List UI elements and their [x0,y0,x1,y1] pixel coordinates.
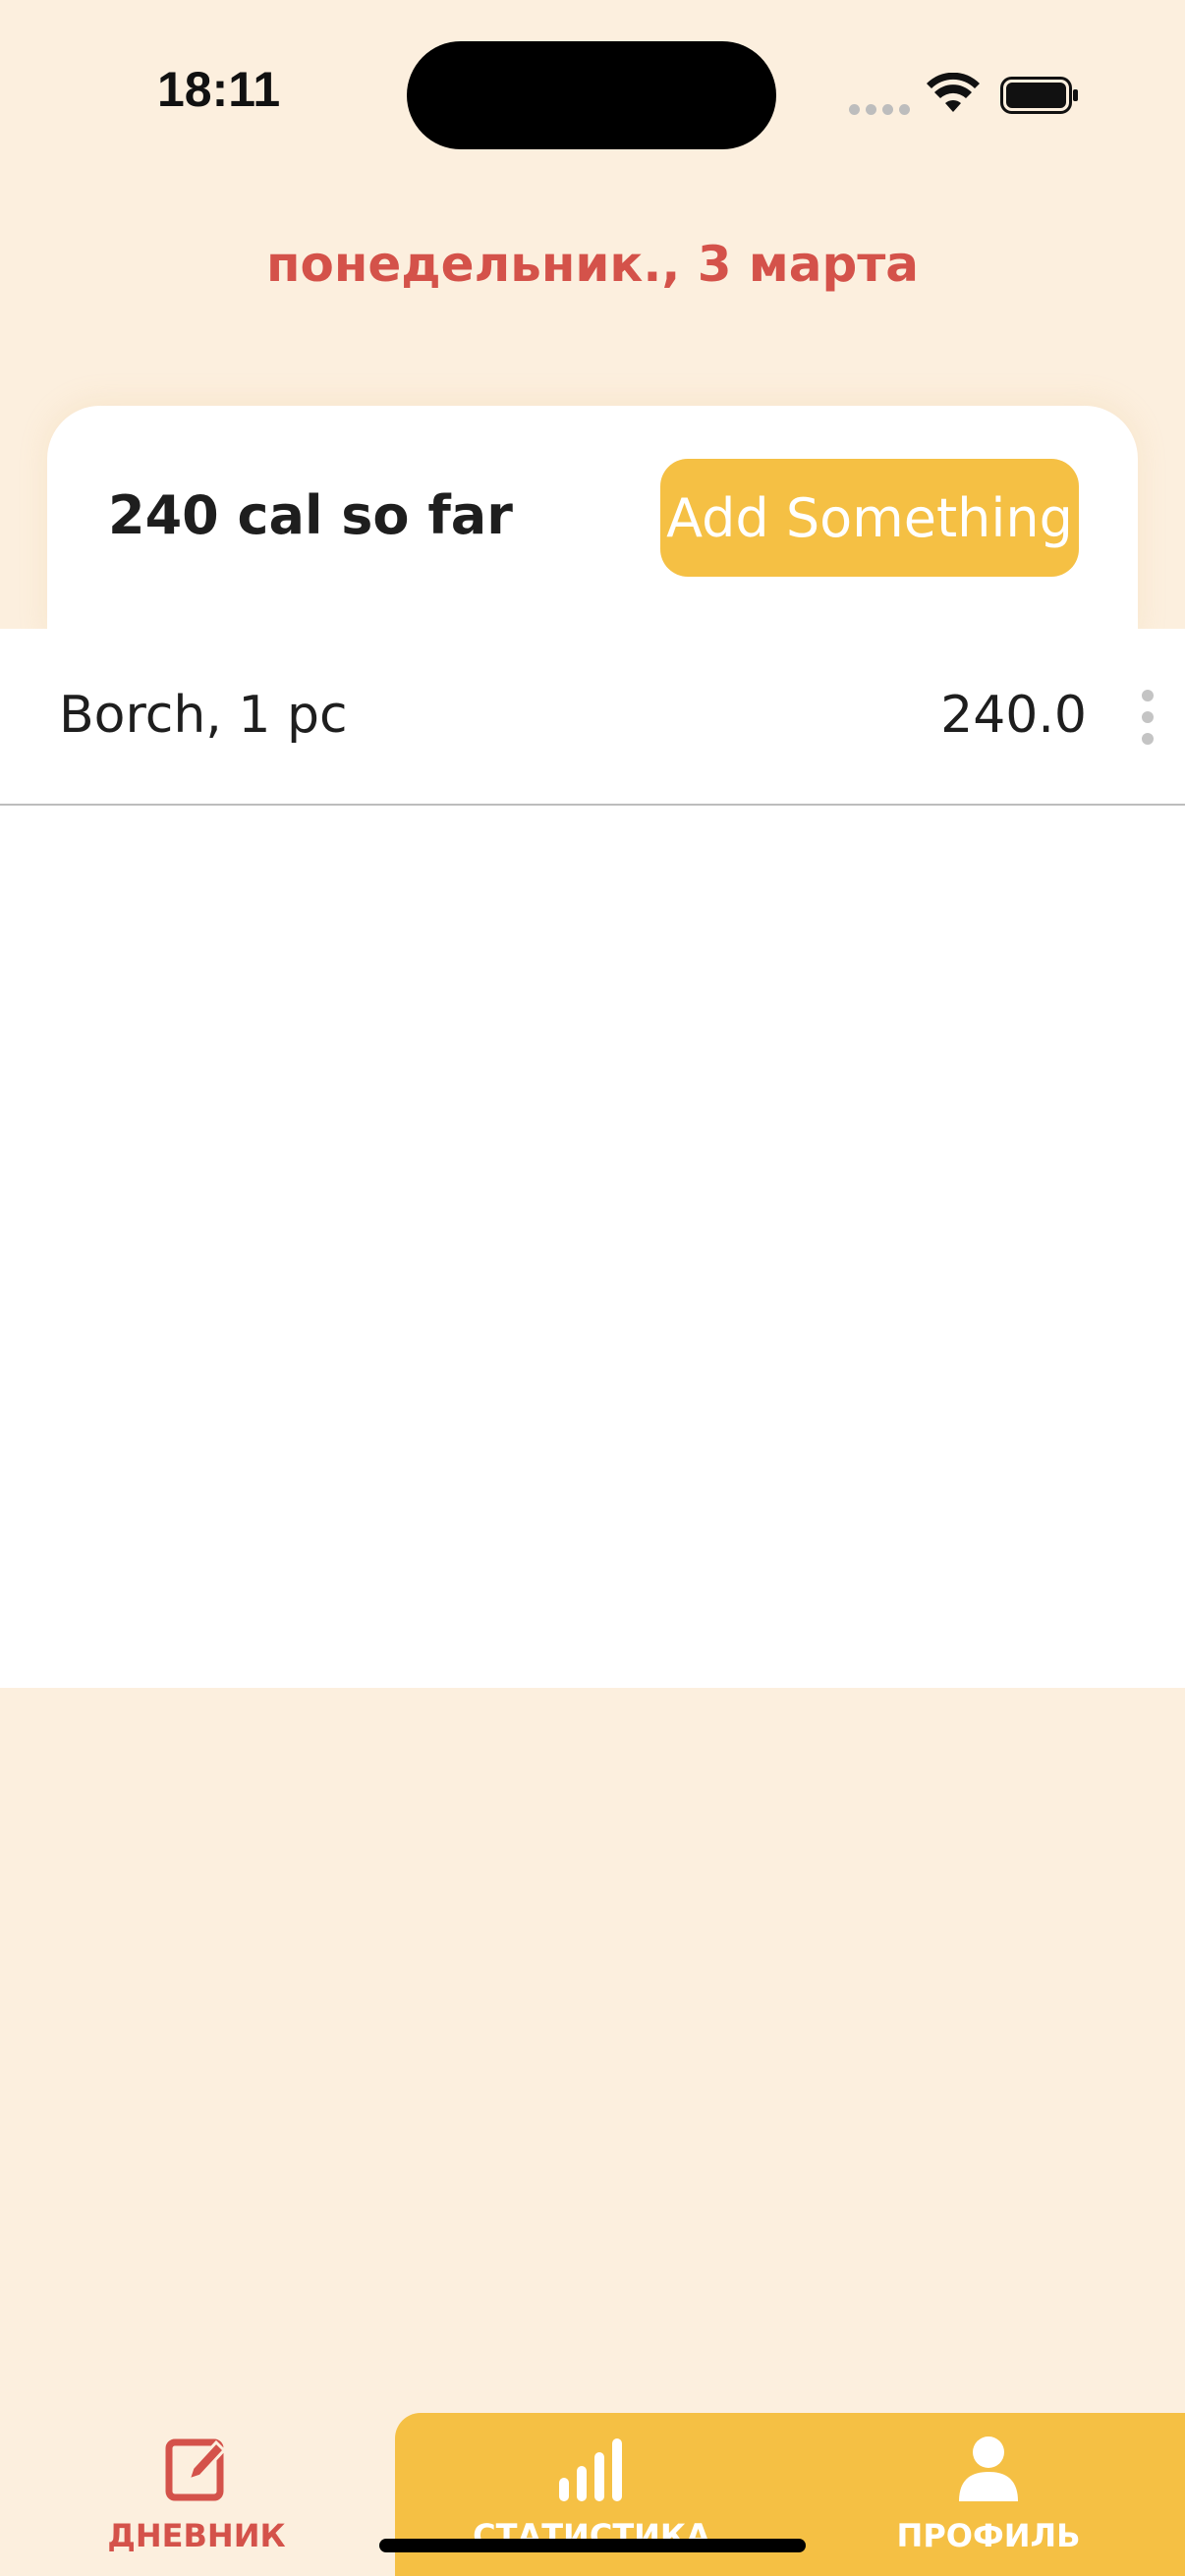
tab-diary-label: ДНЕВНИК [107,2517,286,2554]
person-icon [959,2436,1018,2501]
battery-icon [1000,77,1078,114]
summary-card: 240 cal so far Add Something [47,406,1138,642]
tab-profile-label: ПРОФИЛЬ [896,2517,1081,2554]
cellular-signal-icon [849,104,910,115]
status-time: 18:11 [157,62,281,117]
entry-name: Borch, 1 pc [59,686,348,745]
food-entries-list: Borch, 1 pc 240.0 [0,629,1185,1688]
dynamic-island [407,41,776,149]
home-indicator [379,2539,806,2552]
more-vertical-icon[interactable] [1138,690,1157,745]
bar-chart-icon [559,2438,622,2501]
wifi-icon [927,73,980,112]
tab-diary[interactable]: ДНЕВНИК [69,2435,324,2572]
edit-icon [165,2438,227,2501]
entry-calories: 240.0 [940,686,1087,745]
list-item[interactable]: Borch, 1 pc 240.0 [0,629,1185,806]
date-title[interactable]: понедельник., 3 марта [0,236,1185,293]
add-something-button[interactable]: Add Something [660,459,1079,577]
calories-summary: 240 cal so far [108,484,513,546]
tab-profile[interactable]: ПРОФИЛЬ [861,2435,1116,2572]
